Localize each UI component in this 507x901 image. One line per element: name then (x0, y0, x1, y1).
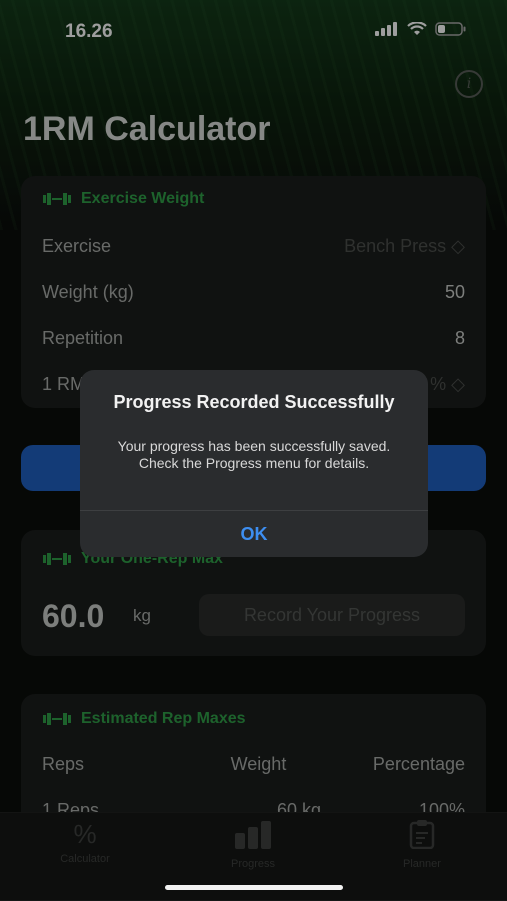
alert-message: Your progress has been successfully save… (117, 438, 391, 471)
home-indicator[interactable] (165, 885, 343, 890)
alert-title: Progress Recorded Successfully (113, 392, 395, 412)
progress-recorded-alert: Progress Recorded Successfully Your prog… (80, 370, 428, 557)
alert-ok-button[interactable]: OK (80, 511, 428, 557)
